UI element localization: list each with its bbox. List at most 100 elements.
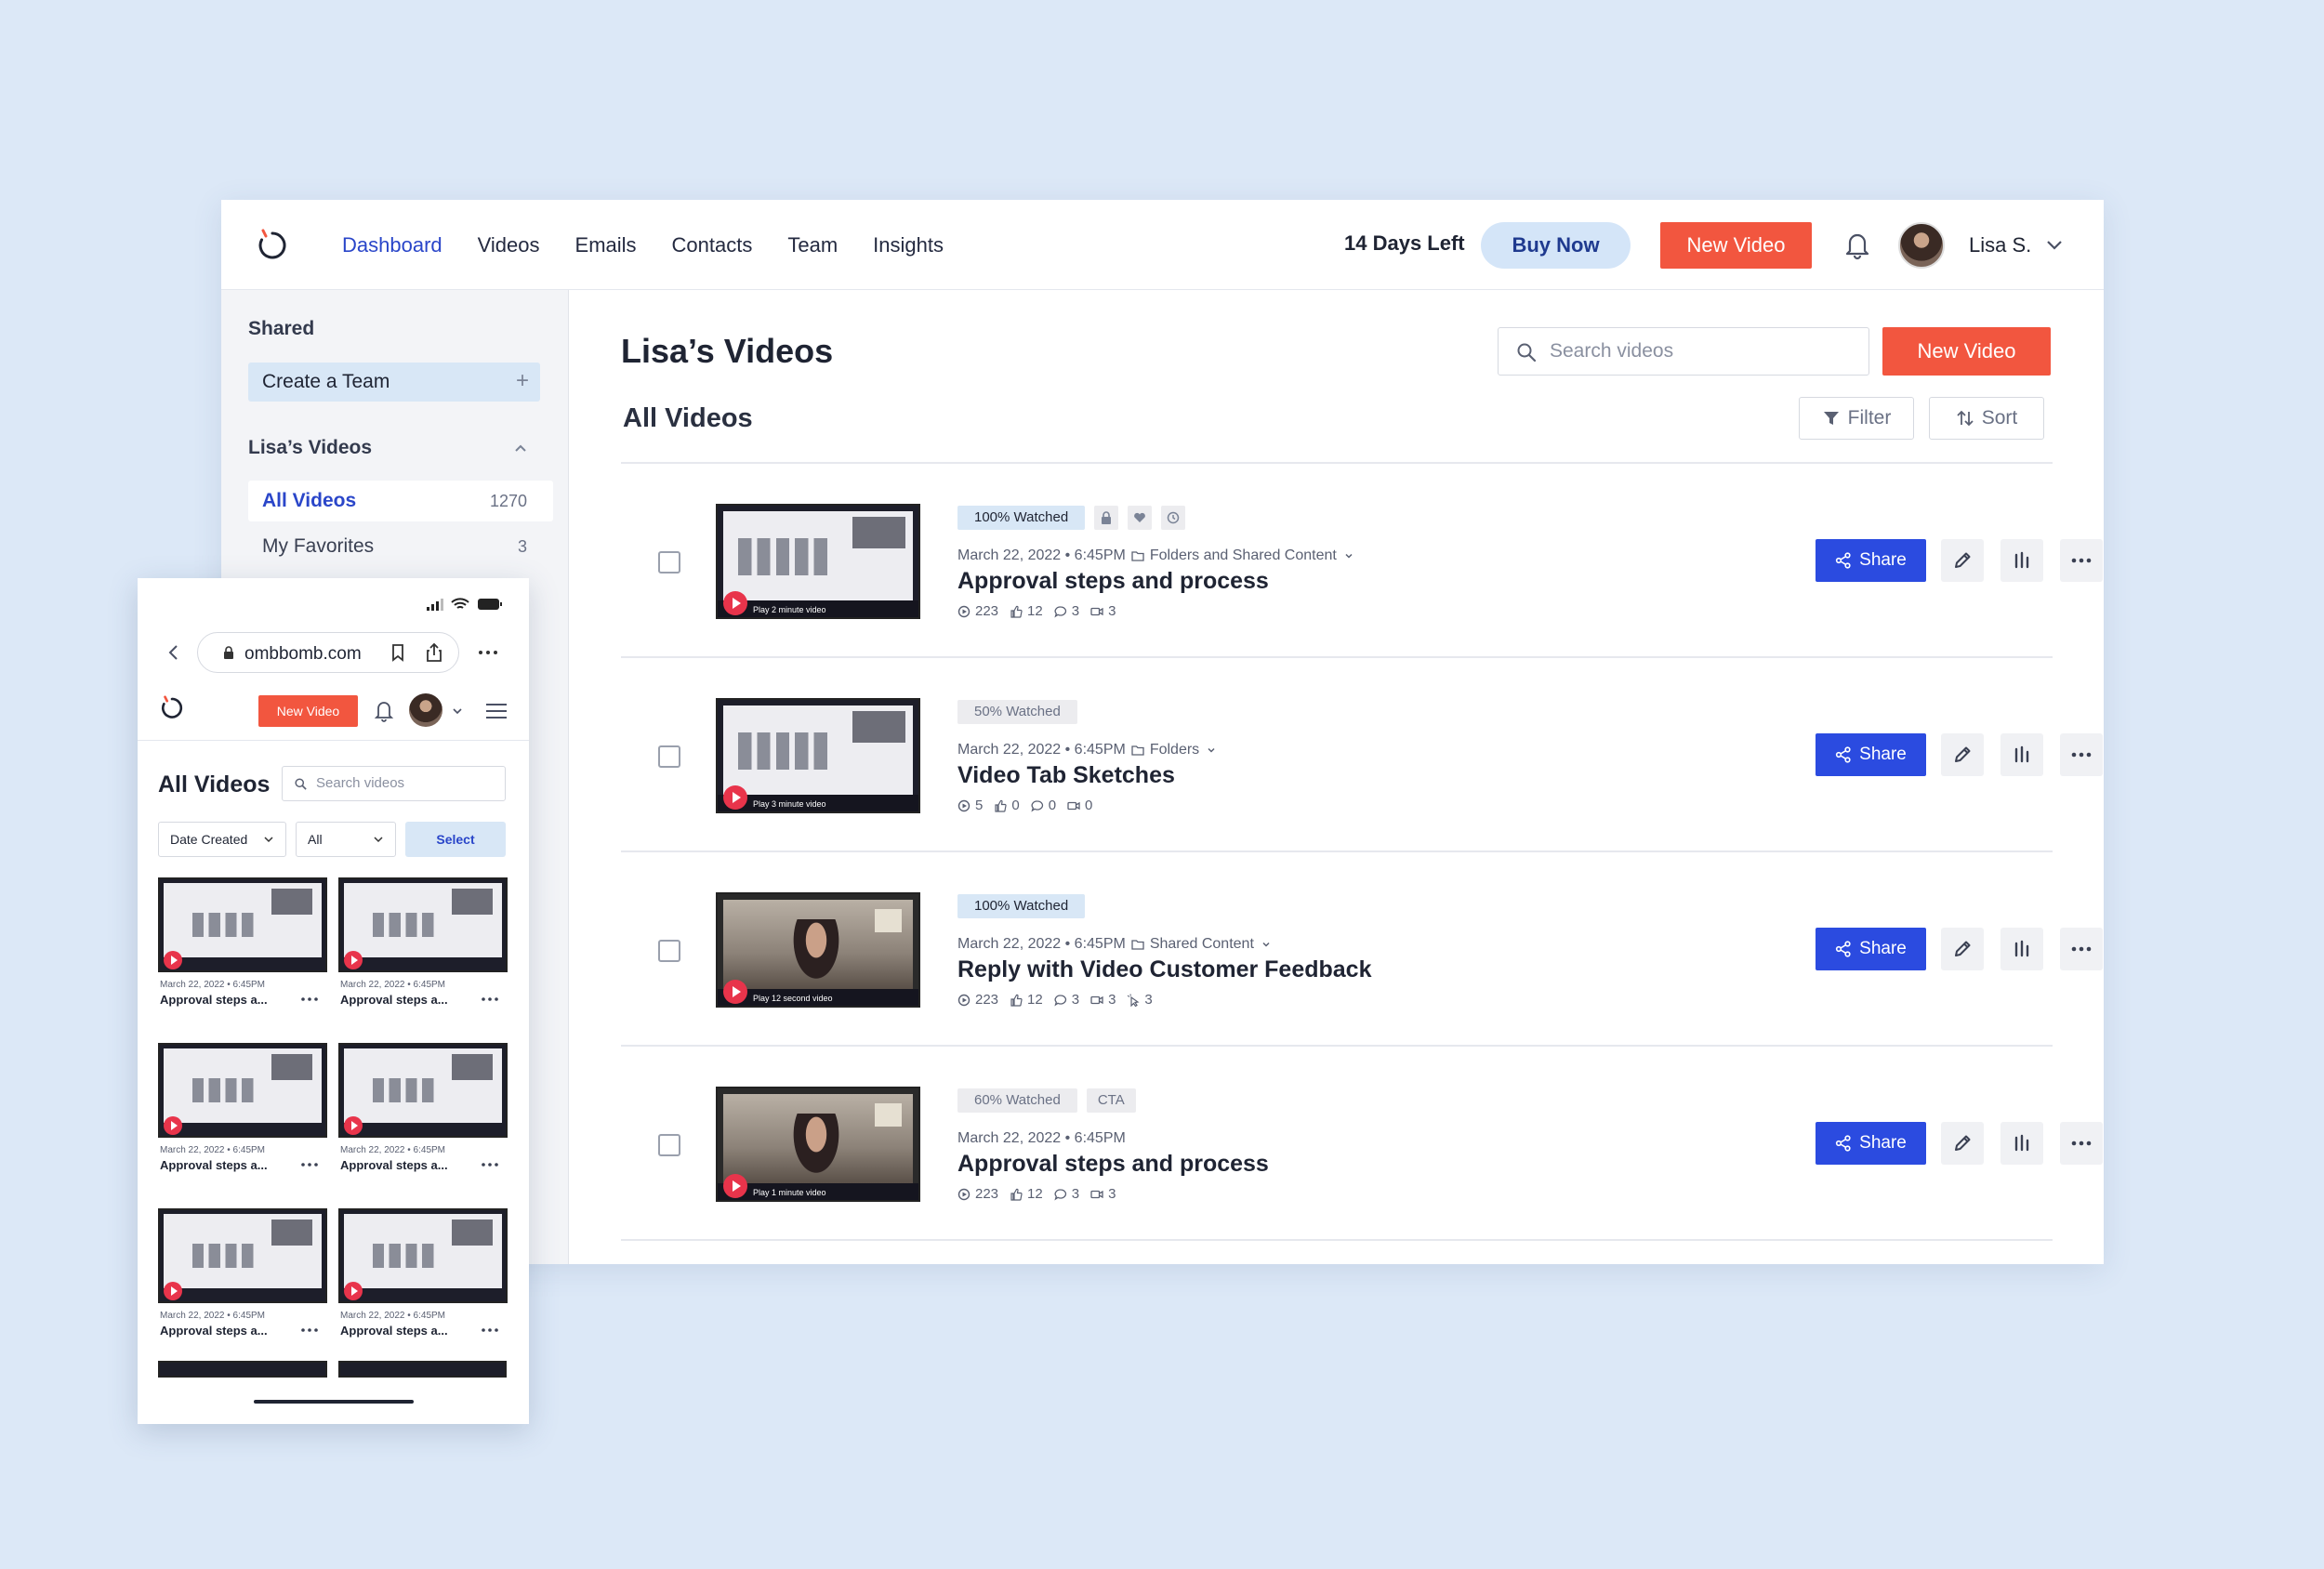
video-title[interactable]: Approval steps a... (340, 993, 470, 1007)
chevron-up-icon[interactable] (511, 439, 530, 457)
video-title[interactable]: Approval steps and process (957, 1151, 1269, 1178)
share-sheet-icon[interactable] (424, 642, 444, 663)
video-title[interactable]: Approval steps a... (160, 993, 290, 1007)
user-name[interactable]: Lisa S. (1969, 233, 2031, 257)
play-icon[interactable] (723, 591, 747, 615)
video-thumbnail[interactable]: Play 12 second video (716, 892, 920, 1008)
video-thumbnail[interactable]: Play 1 minute video (716, 1087, 920, 1202)
video-title[interactable]: Approval steps a... (160, 1158, 290, 1172)
play-icon[interactable] (344, 1282, 363, 1300)
analytics-button[interactable] (2000, 539, 2043, 582)
video-row[interactable]: Play 12 second video 100% Watched March … (621, 852, 2103, 1047)
nav-dashboard[interactable]: Dashboard (342, 233, 442, 257)
chevron-down-icon[interactable] (2043, 233, 2066, 256)
video-thumbnail[interactable] (158, 877, 327, 972)
share-button[interactable]: Share (1816, 1122, 1926, 1165)
video-folder[interactable]: Folders and Shared Content (1150, 547, 1337, 564)
notification-bell-icon[interactable] (1839, 226, 1876, 263)
video-thumbnail[interactable] (338, 1043, 508, 1138)
select-button[interactable]: Select (405, 822, 506, 857)
search-box[interactable] (1498, 327, 1869, 376)
browser-more-icon[interactable] (476, 643, 500, 662)
mobile-video-card[interactable]: March 22, 2022 • 6:45PM Approval steps a… (338, 877, 508, 1019)
analytics-button[interactable] (2000, 928, 2043, 970)
mobile-search-box[interactable] (282, 766, 506, 801)
edit-button[interactable] (1941, 928, 1984, 970)
play-icon[interactable] (164, 951, 182, 969)
more-horizontal-icon[interactable] (299, 1324, 320, 1337)
hamburger-menu-icon[interactable] (483, 700, 509, 722)
video-title[interactable]: Reply with Video Customer Feedback (957, 956, 1371, 983)
browser-url-bar[interactable]: ombbomb.com (197, 632, 459, 673)
edit-button[interactable] (1941, 733, 1984, 776)
sort-button[interactable]: Sort (1929, 397, 2044, 440)
bombbomb-logo-icon[interactable] (254, 226, 291, 263)
share-button[interactable]: Share (1816, 733, 1926, 776)
video-thumbnail[interactable] (338, 877, 508, 972)
video-row[interactable]: Play 3 minute video 50% Watched March 22… (621, 658, 2103, 852)
mobile-video-card[interactable]: March 22, 2022 • 6:45PM Approval steps a… (338, 1043, 508, 1184)
play-icon[interactable] (344, 1116, 363, 1135)
video-thumbnail[interactable] (158, 1361, 327, 1378)
mobile-video-card[interactable]: March 22, 2022 • 6:45PM Approval steps a… (158, 877, 327, 1019)
row-checkbox[interactable] (658, 940, 680, 962)
more-horizontal-icon[interactable] (299, 1158, 320, 1171)
mobile-video-card[interactable]: March 22, 2022 • 6:45PM Approval steps a… (158, 1043, 327, 1184)
more-horizontal-icon[interactable] (299, 993, 320, 1006)
video-thumbnail[interactable]: Play 3 minute video (716, 698, 920, 813)
create-team-button[interactable]: Create a Team + (248, 363, 540, 402)
more-horizontal-icon[interactable] (480, 1158, 500, 1171)
sidebar-item-my-favorites[interactable]: My Favorites 3 (248, 526, 553, 567)
chevron-down-icon[interactable] (1342, 549, 1355, 562)
back-icon[interactable] (165, 643, 182, 662)
buy-now-button[interactable]: Buy Now (1481, 222, 1631, 269)
play-icon[interactable] (164, 1282, 182, 1300)
play-icon[interactable] (723, 980, 747, 1004)
bombbomb-logo-icon[interactable] (158, 693, 186, 721)
more-options-button[interactable] (2060, 733, 2103, 776)
search-input[interactable] (1550, 337, 1847, 365)
play-icon[interactable] (164, 1116, 182, 1135)
mobile-new-video-button[interactable]: New Video (258, 695, 358, 727)
filter-button[interactable]: Filter (1799, 397, 1914, 440)
user-avatar[interactable] (1898, 222, 1945, 269)
more-options-button[interactable] (2060, 1122, 2103, 1165)
edit-button[interactable] (1941, 1122, 1984, 1165)
mobile-video-card[interactable]: March 22, 2022 • 6:45PM Approval steps a… (158, 1208, 327, 1350)
video-title[interactable]: Approval steps a... (340, 1158, 470, 1172)
video-folder[interactable]: Folders (1150, 742, 1199, 758)
more-options-button[interactable] (2060, 539, 2103, 582)
share-button[interactable]: Share (1816, 539, 1926, 582)
row-checkbox[interactable] (658, 551, 680, 574)
nav-emails[interactable]: Emails (575, 233, 637, 257)
play-icon[interactable] (344, 951, 363, 969)
sidebar-item-all-videos[interactable]: All Videos 1270 (248, 481, 553, 521)
bookmark-icon[interactable] (389, 643, 407, 662)
mobile-video-card[interactable]: March 22, 2022 • 6:45PM Approval steps a… (338, 1208, 508, 1350)
chevron-down-icon[interactable] (1205, 744, 1218, 757)
nav-insights[interactable]: Insights (873, 233, 944, 257)
user-avatar[interactable] (409, 693, 442, 727)
row-checkbox[interactable] (658, 1134, 680, 1156)
chevron-down-icon[interactable] (1260, 938, 1273, 951)
video-thumbnail[interactable]: Play 2 minute video (716, 504, 920, 619)
notification-bell-icon[interactable] (372, 697, 396, 723)
row-checkbox[interactable] (658, 745, 680, 768)
chevron-down-icon[interactable] (451, 705, 464, 718)
play-icon[interactable] (723, 785, 747, 810)
sidebar-section-heading[interactable]: Lisa’s Videos (248, 437, 372, 459)
analytics-button[interactable] (2000, 733, 2043, 776)
video-thumbnail[interactable] (337, 1361, 507, 1378)
video-title[interactable]: Video Tab Sketches (957, 762, 1175, 789)
video-thumbnail[interactable] (158, 1208, 327, 1303)
video-title[interactable]: Approval steps a... (160, 1324, 290, 1338)
video-thumbnail[interactable] (338, 1208, 508, 1303)
edit-button[interactable] (1941, 539, 1984, 582)
new-video-button[interactable]: New Video (1882, 327, 2051, 376)
nav-team[interactable]: Team (787, 233, 838, 257)
video-title[interactable]: Approval steps a... (340, 1324, 470, 1338)
more-horizontal-icon[interactable] (480, 1324, 500, 1337)
more-options-button[interactable] (2060, 928, 2103, 970)
sort-select[interactable]: Date Created (158, 822, 286, 857)
video-title[interactable]: Approval steps and process (957, 568, 1269, 595)
